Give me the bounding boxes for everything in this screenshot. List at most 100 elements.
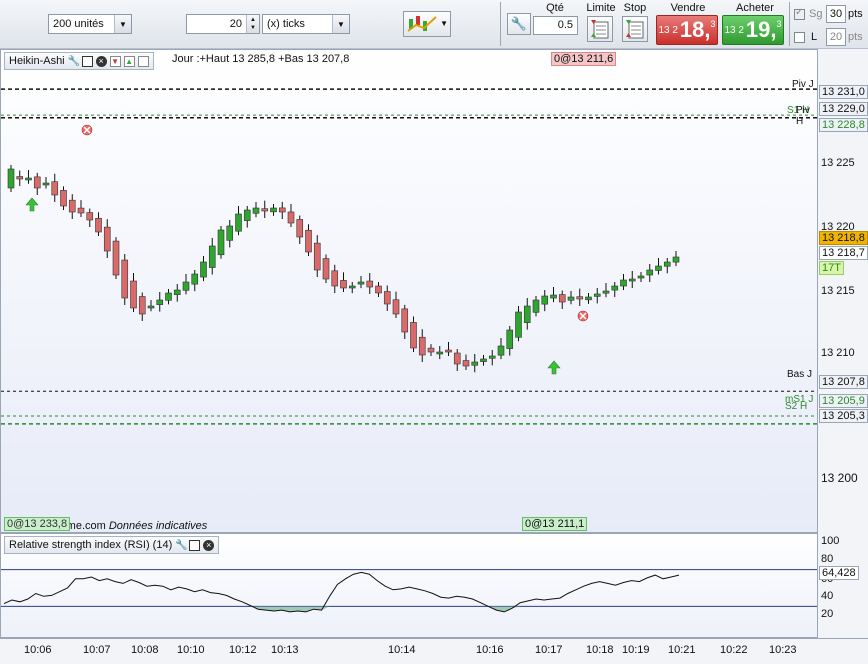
wrench-icon[interactable]: 🔧 xyxy=(507,13,531,35)
ticks-unit-select[interactable]: (x) ticks ▼ xyxy=(262,14,350,34)
sg-checkbox[interactable]: ✓ xyxy=(794,7,805,20)
candle xyxy=(7,168,15,189)
toolbar-separator xyxy=(789,2,790,46)
bottom-order-tag[interactable]: 0@13 211,1 xyxy=(522,517,588,531)
candle xyxy=(182,281,190,291)
candle xyxy=(331,270,339,287)
candle xyxy=(191,273,199,285)
time-tick: 10:10 xyxy=(177,644,205,656)
candle xyxy=(410,322,417,349)
time-tick: 10:08 xyxy=(131,644,159,656)
candle xyxy=(261,208,269,212)
level-label-bas-j: Bas J xyxy=(787,369,813,380)
chevron-down-icon[interactable]: ▼ xyxy=(440,19,448,28)
candle xyxy=(226,225,234,241)
sg-input[interactable]: 30 xyxy=(826,5,846,23)
stop-order-button[interactable] xyxy=(622,16,648,42)
candle xyxy=(471,361,479,366)
level-label-piv-j: Piv J xyxy=(792,79,814,90)
sg-unit: pts xyxy=(848,8,863,20)
chart-type-selector[interactable]: ▼ xyxy=(403,11,451,37)
sell-button[interactable]: 13 2 18, 3 xyxy=(656,15,718,45)
candle xyxy=(235,213,242,232)
rsi-value-tag: 64,428 xyxy=(819,566,859,580)
wrench-icon[interactable]: 🔧 xyxy=(175,540,187,551)
candle xyxy=(453,352,461,365)
time-tick: 10:14 xyxy=(388,644,416,656)
candle xyxy=(602,290,610,294)
candle xyxy=(357,281,365,285)
candle xyxy=(340,280,347,289)
candle xyxy=(165,292,172,301)
candle xyxy=(523,305,531,323)
piv-j-price-tag: 13 231,0 xyxy=(819,85,868,99)
grid-icon[interactable] xyxy=(137,55,149,67)
window-icon[interactable] xyxy=(81,55,93,67)
candle xyxy=(156,299,164,305)
qty-input[interactable]: 0.5 xyxy=(533,16,578,35)
candle xyxy=(401,308,409,333)
ticks-stepper[interactable]: 20 ▲ ▼ xyxy=(186,14,260,34)
time-tick: 10:18 xyxy=(586,644,614,656)
time-tick: 10:06 xyxy=(24,644,52,656)
quantity-units-select[interactable]: 200 unités ▼ xyxy=(48,14,132,34)
current-price-tag: 13 218,8 xyxy=(819,231,868,245)
candle xyxy=(383,291,391,305)
limit-order-button[interactable] xyxy=(587,16,613,42)
price-chart-panel[interactable]: Heikin-Ashi 🔧 × ▼ ▲ Jour :+Haut 13 285,8… xyxy=(0,49,818,533)
rsi-panel[interactable]: Relative strength index (RSI) (14) 🔧 × xyxy=(0,533,818,638)
rsi-oversold-fill xyxy=(4,606,679,612)
limit-order-icon xyxy=(591,20,609,39)
candle xyxy=(611,285,619,291)
chevron-down-icon[interactable]: ▼ xyxy=(332,15,349,33)
sg-label: Sg xyxy=(809,8,823,20)
left-order-tag[interactable]: 0@13 233,8 xyxy=(4,517,71,531)
rsi-title-bar: Relative strength index (RSI) (14) 🔧 × xyxy=(4,536,220,554)
candle xyxy=(296,219,304,238)
candle xyxy=(138,296,146,315)
l-unit: pts xyxy=(848,31,863,43)
window-icon[interactable] xyxy=(189,539,201,551)
candle xyxy=(77,207,85,214)
candle xyxy=(60,190,67,207)
sell-price-prefix: 13 2 xyxy=(658,24,678,36)
price-axis[interactable]: 13 225 13 220 13 215 13 210 13 200 13 23… xyxy=(818,49,868,533)
time-axis[interactable]: 10:06 10:07 10:08 10:10 10:12 10:13 10:14 10:16… xyxy=(0,638,868,664)
candle xyxy=(655,265,662,271)
top-order-tag[interactable]: 0@13 211,6 xyxy=(551,52,617,66)
time-tick: 10:07 xyxy=(83,644,111,656)
candle xyxy=(672,256,680,263)
time-tick: 10:22 xyxy=(720,644,748,656)
candle xyxy=(585,296,592,301)
candle xyxy=(515,311,522,338)
candle xyxy=(488,355,496,359)
candle xyxy=(305,229,312,253)
buy-button[interactable]: 13 2 19, 3 xyxy=(722,15,784,45)
time-tick: 10:13 xyxy=(271,644,299,656)
l-input[interactable]: 20 xyxy=(826,28,846,46)
close-icon[interactable]: × xyxy=(95,55,107,67)
y-tick: 13 215 xyxy=(821,285,855,297)
candle xyxy=(147,305,155,309)
buy-price-fraction: 3 xyxy=(776,19,782,29)
stepper-arrows-icon[interactable]: ▲ ▼ xyxy=(246,15,259,33)
candle xyxy=(550,294,557,299)
candle xyxy=(287,211,295,224)
candle xyxy=(68,199,76,213)
candle xyxy=(567,296,575,301)
arrow-up-icon[interactable]: ▲ xyxy=(123,55,135,67)
candle xyxy=(532,299,540,313)
rsi-axis[interactable]: 100 80 60 40 20 64,428 xyxy=(818,533,868,638)
level-lines xyxy=(1,88,817,425)
candle xyxy=(646,269,654,276)
candle xyxy=(620,279,627,287)
chevron-down-icon[interactable]: ▼ xyxy=(114,15,131,33)
l-checkbox[interactable] xyxy=(794,32,805,43)
arrow-down-icon[interactable]: ▼ xyxy=(109,55,121,67)
order-toolbar: 200 unités ▼ 20 ▲ ▼ (x) ticks ▼ ▼ 🔧 Qté 0… xyxy=(0,0,868,49)
close-icon[interactable]: × xyxy=(203,539,215,551)
limit-label: Limite xyxy=(586,2,616,14)
price-chart-canvas[interactable] xyxy=(1,50,817,532)
stop-label: Stop xyxy=(623,2,647,14)
wrench-icon[interactable]: 🔧 xyxy=(68,56,80,67)
